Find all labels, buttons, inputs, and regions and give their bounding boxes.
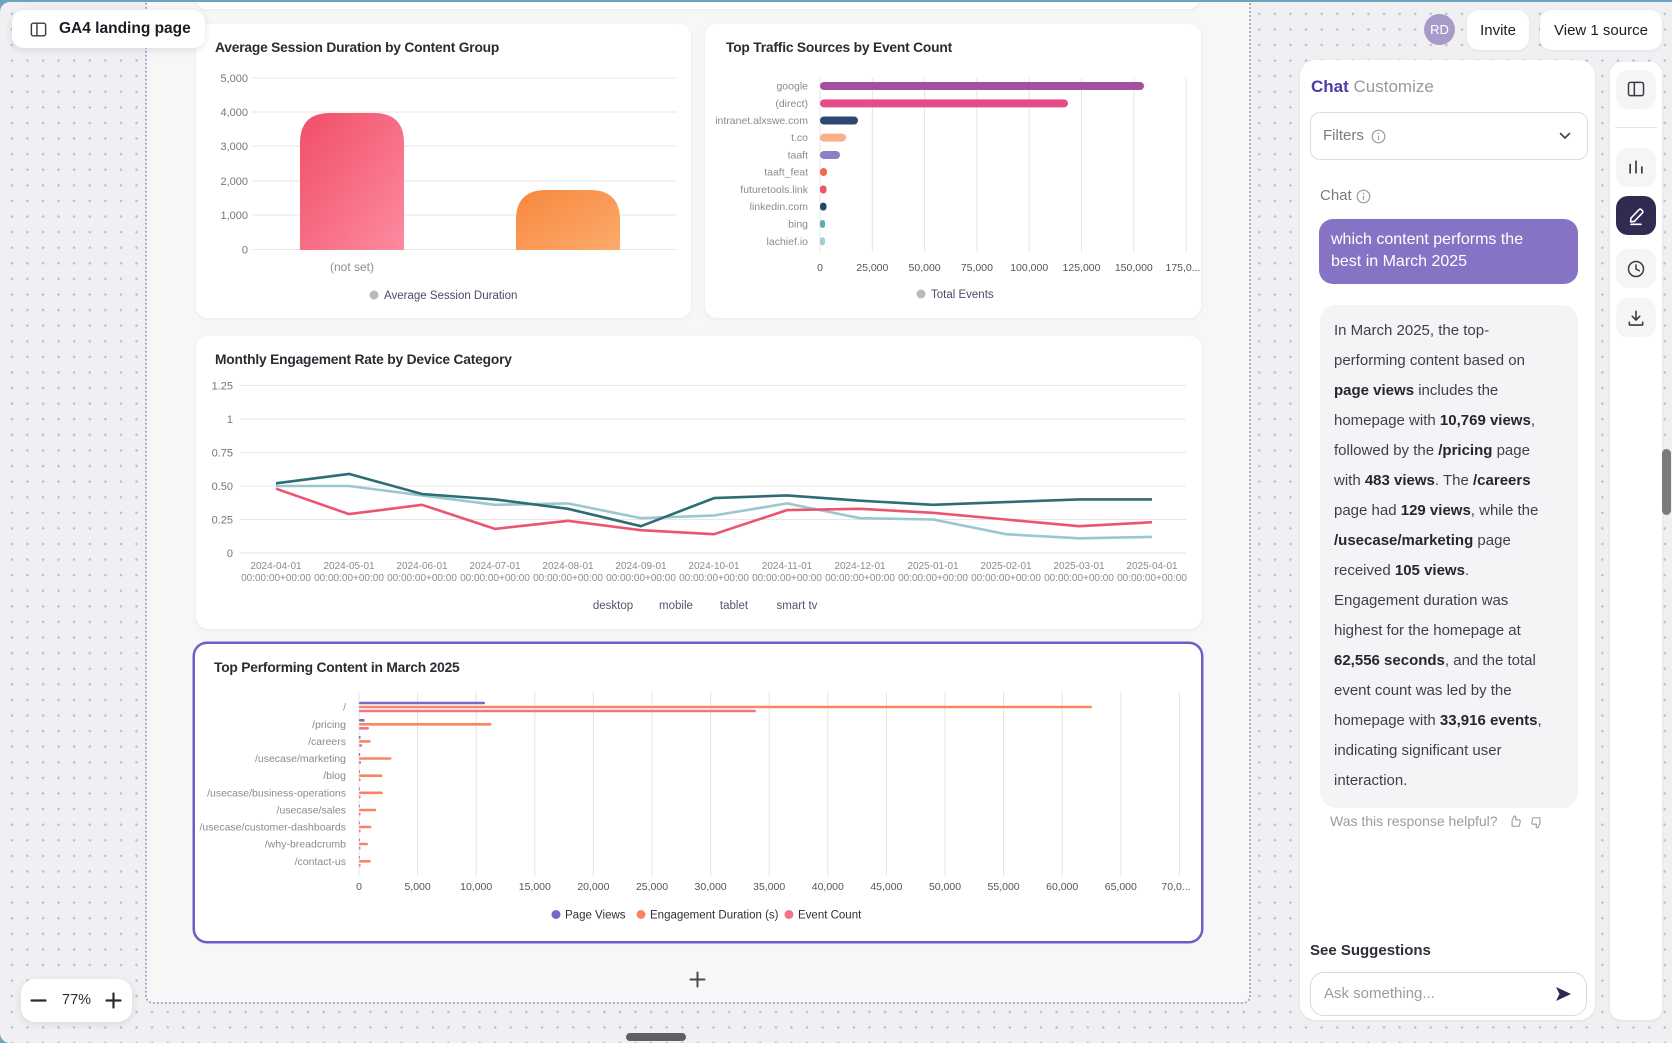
svg-text:45,000: 45,000 (870, 881, 902, 893)
svg-text:4,000: 4,000 (220, 107, 248, 119)
svg-text:futuretools.link: futuretools.link (740, 184, 808, 196)
svg-text:0.25: 0.25 (212, 515, 233, 527)
svg-text:0.75: 0.75 (212, 448, 233, 460)
svg-text:Event Count: Event Count (798, 910, 862, 922)
svg-text:/: / (343, 702, 346, 714)
svg-text:20,000: 20,000 (577, 881, 609, 893)
svg-text:00:00:00+00:00: 00:00:00+00:00 (1117, 573, 1187, 584)
svg-text:2024-10-01: 2024-10-01 (688, 561, 740, 572)
svg-text:Engagement Duration (s): Engagement Duration (s) (650, 910, 779, 922)
svg-text:0: 0 (242, 245, 248, 257)
svg-text:1: 1 (227, 414, 233, 426)
svg-text:15,000: 15,000 (519, 881, 551, 893)
svg-text:00:00:00+00:00: 00:00:00+00:00 (241, 573, 311, 584)
svg-text:00:00:00+00:00: 00:00:00+00:00 (387, 573, 457, 584)
svg-text:65,000: 65,000 (1105, 881, 1137, 893)
svg-text:/usecase/sales: /usecase/sales (277, 805, 346, 817)
svg-text:lachief.io: lachief.io (767, 236, 809, 248)
svg-text:00:00:00+00:00: 00:00:00+00:00 (1044, 573, 1114, 584)
svg-text:150,000: 150,000 (1115, 262, 1153, 274)
svg-text:2024-07-01: 2024-07-01 (469, 561, 521, 572)
svg-text:google: google (776, 81, 808, 93)
svg-text:/why-breadcrumb: /why-breadcrumb (265, 839, 346, 851)
svg-text:50,000: 50,000 (929, 881, 961, 893)
svg-text:2025-04-01: 2025-04-01 (1126, 561, 1178, 572)
svg-text:/usecase/marketing: /usecase/marketing (255, 753, 346, 765)
svg-text:1,000: 1,000 (220, 210, 248, 222)
svg-text:10,000: 10,000 (460, 881, 492, 893)
svg-text:2024-09-01: 2024-09-01 (615, 561, 667, 572)
svg-text:00:00:00+00:00: 00:00:00+00:00 (971, 573, 1041, 584)
svg-text:Total Events: Total Events (931, 289, 994, 301)
svg-text:Page Views: Page Views (565, 910, 626, 922)
svg-text:t.co: t.co (791, 132, 808, 144)
svg-text:/usecase/business-operations: /usecase/business-operations (207, 787, 346, 799)
svg-text:100,000: 100,000 (1010, 262, 1048, 274)
svg-text:50,000: 50,000 (909, 262, 941, 274)
svg-text:00:00:00+00:00: 00:00:00+00:00 (606, 573, 676, 584)
svg-text:(direct): (direct) (775, 98, 808, 110)
svg-text:00:00:00+00:00: 00:00:00+00:00 (460, 573, 530, 584)
svg-text:3,000: 3,000 (220, 141, 248, 153)
svg-text:75,000: 75,000 (961, 262, 993, 274)
svg-text:30,000: 30,000 (695, 881, 727, 893)
svg-text:70,0...: 70,0... (1161, 881, 1190, 893)
svg-text:linkedin.com: linkedin.com (750, 201, 809, 213)
svg-text:2024-06-01: 2024-06-01 (396, 561, 448, 572)
svg-text:Average Session Duration: Average Session Duration (384, 290, 517, 302)
svg-text:taaft_feat: taaft_feat (764, 167, 808, 179)
svg-text:mobile: mobile (659, 600, 693, 612)
svg-text:2025-03-01: 2025-03-01 (1053, 561, 1105, 572)
svg-text:5,000: 5,000 (404, 881, 430, 893)
svg-text:00:00:00+00:00: 00:00:00+00:00 (898, 573, 968, 584)
svg-text:tablet: tablet (720, 600, 749, 612)
svg-text:00:00:00+00:00: 00:00:00+00:00 (314, 573, 384, 584)
svg-text:2024-08-01: 2024-08-01 (542, 561, 594, 572)
svg-text:taaft: taaft (788, 150, 809, 162)
svg-text:2,000: 2,000 (220, 176, 248, 188)
svg-text:2024-05-01: 2024-05-01 (323, 561, 375, 572)
svg-text:55,000: 55,000 (988, 881, 1020, 893)
svg-text:/pricing: /pricing (312, 719, 346, 731)
svg-text:2024-11-01: 2024-11-01 (762, 561, 813, 572)
svg-text:175,0...: 175,0... (1165, 262, 1200, 274)
svg-text:/contact-us: /contact-us (295, 856, 346, 868)
svg-text:0.50: 0.50 (212, 481, 233, 493)
svg-text:00:00:00+00:00: 00:00:00+00:00 (679, 573, 749, 584)
svg-text:25,000: 25,000 (856, 262, 888, 274)
svg-text:0: 0 (356, 881, 362, 893)
svg-text:00:00:00+00:00: 00:00:00+00:00 (752, 573, 822, 584)
svg-text:desktop: desktop (593, 600, 633, 612)
svg-text:2024-04-01: 2024-04-01 (250, 561, 302, 572)
svg-text:00:00:00+00:00: 00:00:00+00:00 (533, 573, 603, 584)
svg-text:1.25: 1.25 (212, 381, 233, 393)
svg-text:(not set): (not set) (330, 260, 374, 274)
svg-text:125,000: 125,000 (1063, 262, 1101, 274)
svg-text:40,000: 40,000 (812, 881, 844, 893)
svg-text:60,000: 60,000 (1046, 881, 1078, 893)
svg-text:2024-12-01: 2024-12-01 (834, 561, 886, 572)
svg-text:25,000: 25,000 (636, 881, 668, 893)
svg-text:bing: bing (788, 219, 808, 231)
svg-text:smart tv: smart tv (777, 600, 818, 612)
svg-text:00:00:00+00:00: 00:00:00+00:00 (825, 573, 895, 584)
svg-text:2025-01-01: 2025-01-01 (907, 561, 959, 572)
svg-text:/careers: /careers (308, 736, 346, 748)
svg-text:/usecase/customer-dashboards: /usecase/customer-dashboards (200, 822, 347, 834)
svg-text:/blog: /blog (323, 770, 346, 782)
svg-text:2025-02-01: 2025-02-01 (980, 561, 1032, 572)
svg-text:intranet.alxswe.com: intranet.alxswe.com (715, 115, 808, 127)
svg-text:35,000: 35,000 (753, 881, 785, 893)
svg-text:5,000: 5,000 (220, 73, 248, 85)
svg-text:0: 0 (817, 262, 823, 274)
svg-text:0: 0 (227, 548, 233, 560)
